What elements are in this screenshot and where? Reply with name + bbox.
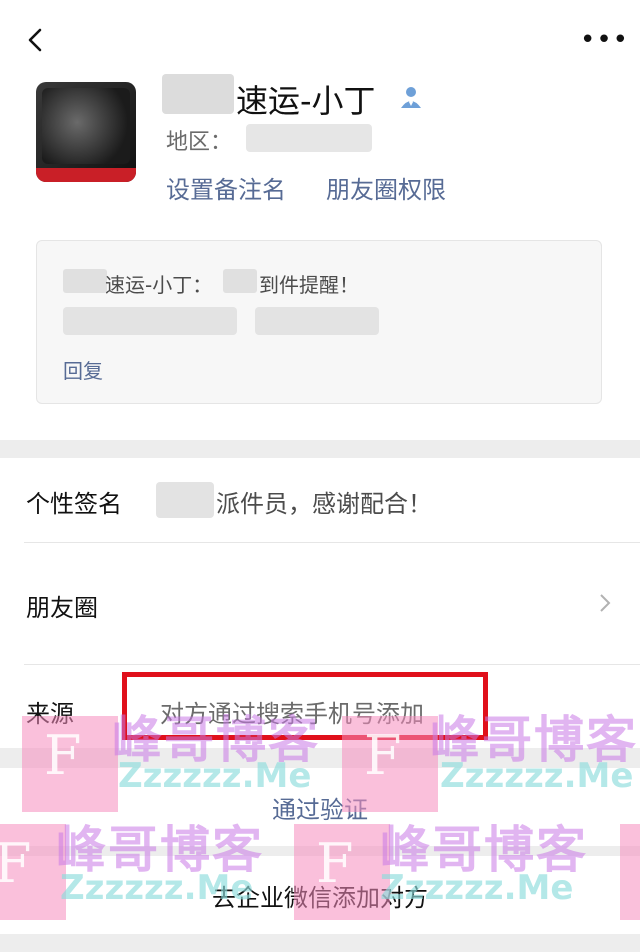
wecom-add-button[interactable]: 去企业微信添加对方 bbox=[0, 856, 640, 934]
signature-redacted bbox=[156, 482, 214, 518]
verification-message-card: 速运-小丁： 到件提醒！ 回复 bbox=[36, 240, 602, 404]
nickname-redacted bbox=[162, 74, 234, 114]
avatar[interactable] bbox=[36, 82, 136, 182]
message-redacted-1 bbox=[63, 269, 107, 293]
verify-button[interactable]: 通过验证 bbox=[0, 768, 640, 846]
profile-section: ••• 速运-小丁 地区： 设置备注名 朋友圈权限 速运-小丁： 到件提醒！ 回… bbox=[0, 0, 640, 440]
signature-label: 个性签名 bbox=[26, 490, 122, 518]
message-redacted-3 bbox=[63, 307, 237, 335]
region-label: 地区： bbox=[166, 130, 233, 155]
message-content: 到件提醒！ bbox=[259, 273, 359, 297]
region-value-redacted bbox=[246, 124, 372, 152]
set-remark-link[interactable]: 设置备注名 bbox=[166, 170, 286, 205]
message-redacted-2 bbox=[223, 269, 257, 293]
source-label: 来源 bbox=[26, 700, 74, 728]
highlight-box bbox=[122, 672, 488, 740]
wecom-add-button-label: 去企业微信添加对方 bbox=[212, 884, 428, 912]
reply-link[interactable]: 回复 bbox=[63, 355, 103, 384]
info-list: 个性签名 派件员，感谢配合！ 朋友圈 来源 对方通过搜索手机号添加 bbox=[0, 458, 640, 748]
more-dots-icon[interactable]: ••• bbox=[580, 27, 629, 53]
moments-label[interactable]: 朋友圈 bbox=[26, 588, 98, 623]
divider bbox=[24, 542, 640, 543]
moments-permission-link[interactable]: 朋友圈权限 bbox=[326, 170, 446, 205]
divider bbox=[24, 664, 640, 665]
message-redacted-4 bbox=[255, 307, 379, 335]
back-arrow-icon[interactable] bbox=[22, 26, 50, 54]
verify-button-label: 通过验证 bbox=[272, 796, 368, 824]
user-icon bbox=[401, 87, 421, 108]
signature-value: 派件员，感谢配合！ bbox=[216, 490, 432, 518]
nickname: 速运-小丁 bbox=[236, 82, 376, 120]
chevron-right-icon[interactable] bbox=[598, 592, 612, 614]
message-sender: 速运-小丁： bbox=[105, 273, 213, 297]
